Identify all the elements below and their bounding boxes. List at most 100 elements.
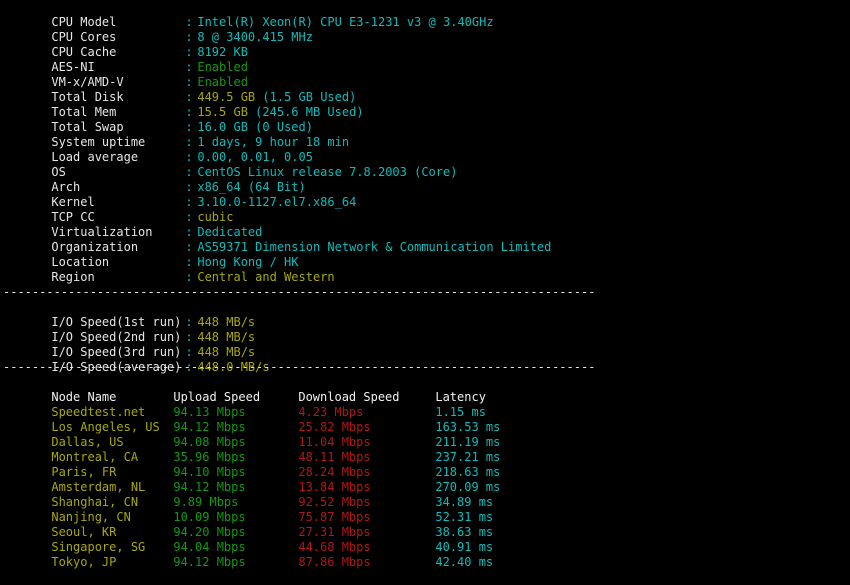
cell-node-name: Dallas, US <box>51 435 124 449</box>
info-label: CPU Model <box>51 15 117 29</box>
speedtest-header-row: Node Name Upload Speed Download Speed Laten… <box>0 375 850 404</box>
info-colon: : <box>185 210 193 224</box>
cell-latency: 1.15 ms <box>435 405 486 419</box>
io-colon: : <box>185 315 193 329</box>
io-value: 448 MB/s <box>197 345 256 359</box>
info-value: 0.00, 0.01, 0.05 <box>197 150 313 164</box>
info-label: Virtualization <box>51 225 153 239</box>
cell-download-speed: 4.23 Mbps <box>298 405 364 419</box>
cell-latency: 237.21 ms <box>435 450 501 464</box>
info-value-size: 16.0 GB <box>197 120 248 134</box>
info-colon: : <box>185 150 193 164</box>
info-value-status: Enabled <box>197 60 248 74</box>
info-colon: : <box>185 180 193 194</box>
info-label: Load average <box>51 150 139 164</box>
info-value: CentOS Linux release 7.8.2003 (Core) <box>197 165 458 179</box>
cell-download-speed: 28.24 Mbps <box>298 465 371 479</box>
cell-download-speed: 48.11 Mbps <box>298 450 371 464</box>
info-label: TCP CC <box>51 210 95 224</box>
info-value: AS59371 Dimension Network & Communicatio… <box>197 240 552 254</box>
cell-latency: 52.31 ms <box>435 510 494 524</box>
cell-download-speed: 92.52 Mbps <box>298 495 371 509</box>
info-colon: : <box>185 165 193 179</box>
terminal-window[interactable]: CPU Model: Intel(R) Xeon(R) CPU E3-1231 v… <box>0 0 850 569</box>
cell-latency: 270.09 ms <box>435 480 501 494</box>
cell-latency: 163.53 ms <box>435 420 501 434</box>
info-value-used: (1.5 GB Used) <box>262 90 357 104</box>
info-label: CPU Cache <box>51 45 117 59</box>
cell-latency: 34.89 ms <box>435 495 494 509</box>
cell-download-speed: 75.87 Mbps <box>298 510 371 524</box>
cell-upload-speed: 94.12 Mbps <box>173 420 246 434</box>
cell-download-speed: 27.31 Mbps <box>298 525 371 539</box>
info-value-used: (245.6 MB Used) <box>255 105 364 119</box>
cell-node-name: Shanghai, CN <box>51 495 139 509</box>
cell-node-name: Seoul, KR <box>51 525 117 539</box>
info-label: Location <box>51 255 110 269</box>
cell-latency: 218.63 ms <box>435 465 501 479</box>
column-header-upload-speed: Upload Speed <box>173 390 261 404</box>
io-label: I/O Speed(1st run) <box>51 315 182 329</box>
cell-upload-speed: 94.13 Mbps <box>173 405 246 419</box>
info-colon: : <box>185 105 193 119</box>
info-label: Total Swap <box>51 120 124 134</box>
info-value: 3.10.0-1127.el7.x86_64 <box>197 195 357 209</box>
info-colon: : <box>185 60 193 74</box>
info-colon: : <box>185 75 193 89</box>
cell-node-name: Los Angeles, US <box>51 420 160 434</box>
info-label: VM-x/AMD-V <box>51 75 124 89</box>
separator-rule-top: ----------------------------------------… <box>3 285 596 299</box>
info-colon: : <box>185 135 193 149</box>
io-label: I/O Speed(2nd run) <box>51 330 182 344</box>
cell-latency: 42.40 ms <box>435 555 494 569</box>
info-value: Dedicated <box>197 225 263 239</box>
cell-node-name: Paris, FR <box>51 465 117 479</box>
cell-node-name: Nanjing, CN <box>51 510 131 524</box>
cell-upload-speed: 10.09 Mbps <box>173 510 246 524</box>
info-colon: : <box>185 90 193 104</box>
speedtest-table: Node Name Upload Speed Download Speed Laten… <box>0 375 850 569</box>
info-value-size: 15.5 GB <box>197 105 248 119</box>
info-value: x86_64 (64 Bit) <box>197 180 306 194</box>
info-value: Central and Western <box>197 270 335 284</box>
info-label: Organization <box>51 240 139 254</box>
cell-download-speed: 11.04 Mbps <box>298 435 371 449</box>
info-label: OS <box>51 165 66 179</box>
cell-download-speed: 87.86 Mbps <box>298 555 371 569</box>
info-value: Hong Kong / HK <box>197 255 299 269</box>
cell-latency: 38.63 ms <box>435 525 494 539</box>
info-value: 8 @ 3400.415 MHz <box>197 30 313 44</box>
info-label: Total Mem <box>51 105 117 119</box>
io-value: 448 MB/s <box>197 315 256 329</box>
info-colon: : <box>185 240 193 254</box>
info-label: Total Disk <box>51 90 124 104</box>
info-colon: : <box>185 45 193 59</box>
column-header-latency: Latency <box>435 390 486 404</box>
cell-upload-speed: 94.08 Mbps <box>173 435 246 449</box>
info-value: Intel(R) Xeon(R) CPU E3-1231 v3 @ 3.40GH… <box>197 15 494 29</box>
io-colon: : <box>185 345 193 359</box>
separator-rule-bottom: ----------------------------------------… <box>3 360 596 374</box>
info-label: CPU Cores <box>51 30 117 44</box>
cell-download-speed: 25.82 Mbps <box>298 420 371 434</box>
cell-node-name: Speedtest.net <box>51 405 146 419</box>
info-colon: : <box>185 15 193 29</box>
info-colon: : <box>185 270 193 284</box>
info-colon: : <box>185 30 193 44</box>
system-info-block: CPU Model: Intel(R) Xeon(R) CPU E3-1231 v… <box>0 0 850 284</box>
info-label: Arch <box>51 180 81 194</box>
cell-node-name: Montreal, CA <box>51 450 139 464</box>
io-value: 448 MB/s <box>197 330 256 344</box>
cell-download-speed: 13.84 Mbps <box>298 480 371 494</box>
info-colon: : <box>185 120 193 134</box>
cell-upload-speed: 94.10 Mbps <box>173 465 246 479</box>
cell-upload-speed: 94.20 Mbps <box>173 525 246 539</box>
info-value-used: (0 Used) <box>255 120 313 134</box>
info-label: Region <box>51 270 95 284</box>
column-header-node-name: Node Name <box>51 390 117 404</box>
cell-node-name: Amsterdam, NL <box>51 480 146 494</box>
info-colon: : <box>185 255 193 269</box>
info-colon: : <box>185 225 193 239</box>
info-row-cpu-model: CPU Model: Intel(R) Xeon(R) CPU E3-1231 v… <box>0 0 850 29</box>
io-colon: : <box>185 330 193 344</box>
